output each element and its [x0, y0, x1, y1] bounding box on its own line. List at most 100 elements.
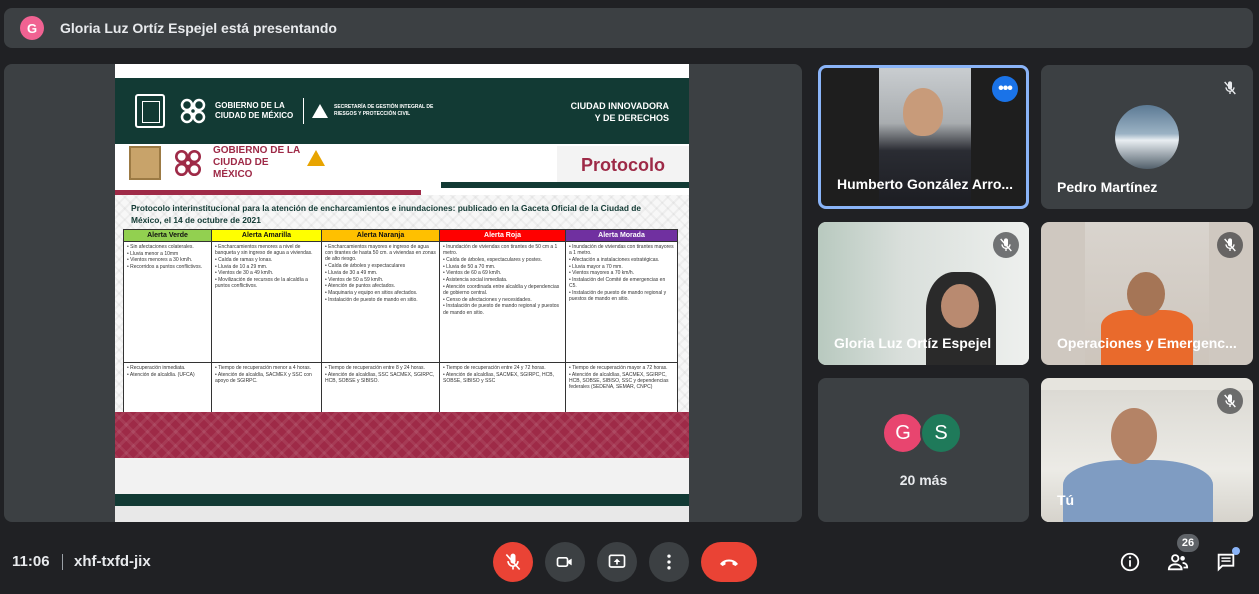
shared-slide: GOBIERNO DE LA CIUDAD DE MÉXICO SECRETAR…	[115, 64, 689, 522]
list-item: Inundación de viviendas con tirantes de …	[443, 244, 562, 256]
list-item: Encharcamientos mayores e ingreso de agu…	[325, 244, 436, 263]
list-item: Tiempo de recuperación menor a 4 horas.	[215, 365, 318, 371]
participant-face	[903, 88, 943, 136]
table-cell: Tiempo de recuperación entre 24 y 72 hor…	[439, 362, 566, 413]
list-item: Atención de alcaldías, SACMEX, SGIRPC, H…	[443, 372, 562, 384]
more-options-button[interactable]	[649, 542, 689, 582]
leave-call-button[interactable]	[701, 542, 757, 582]
list-item: Encharcamientos menores a nivel de banqu…	[215, 244, 318, 256]
section-label-box: Protocolo	[557, 146, 689, 184]
mic-off-icon	[505, 553, 521, 571]
list-item: Atención de alcaldías, SACMEX, SGIRPC, H…	[569, 372, 674, 391]
cell-list: Encharcamientos mayores e ingreso de agu…	[325, 244, 436, 303]
list-item: Tiempo de recuperación entre 24 y 72 hor…	[443, 365, 562, 371]
presentation-stage[interactable]: GOBIERNO DE LA CIUDAD DE MÉXICO SECRETAR…	[4, 64, 802, 522]
cell-list: Recuperación inmediata.Atención de alcal…	[127, 365, 208, 378]
tile-more-options-icon[interactable]: •••	[992, 76, 1018, 102]
decorative-band-bottom	[115, 506, 689, 522]
participant-tile-gloria[interactable]: Gloria Luz Ortíz Espejel	[818, 222, 1029, 365]
meeting-code: xhf-txfd-jix	[74, 553, 151, 570]
bottom-control-bar: 11:06 xhf-txfd-jix 26	[0, 530, 1259, 594]
present-screen-button[interactable]	[597, 542, 637, 582]
participant-tile-humberto[interactable]: ••• Humberto González Arro...	[818, 65, 1029, 209]
list-item: Caída de ramas y lonas.	[215, 257, 318, 263]
participants-button[interactable]	[1164, 548, 1192, 576]
slide-banner: GOBIERNO DE LA CIUDAD DE MÉXICO SECRETAR…	[115, 78, 689, 144]
participant-name: Gloria Luz Ortíz Espejel	[834, 335, 992, 351]
presenting-title: Gloria Luz Ortíz Espejel está presentand…	[60, 20, 337, 36]
participant-face	[1111, 408, 1157, 464]
decorative-band-grey	[115, 458, 689, 494]
table-cell: Encharcamientos menores a nivel de banqu…	[211, 241, 322, 363]
gov-label-red: GOBIERNO DE LA CIUDAD DE MÉXICO	[213, 145, 300, 180]
proteccion-civil-icon	[312, 104, 328, 118]
participant-tile-operaciones[interactable]: Operaciones y Emergenc...	[1041, 222, 1253, 365]
table-cell: Sin afectaciones colaterales.Lluvia meno…	[123, 241, 212, 363]
section-label: Protocolo	[581, 154, 665, 175]
list-item: Atención de alcaldía. (UFCA)	[127, 372, 208, 378]
more-participants-tile[interactable]: G S 20 más	[818, 378, 1029, 522]
list-item: Caída de árboles y espectaculares	[325, 263, 436, 269]
header-alerta-verde: Alerta Verde	[123, 229, 212, 242]
list-item: Atención de alcaldía, SACMEX y SSC con a…	[215, 372, 318, 384]
table-row-conditions: Sin afectaciones colaterales.Lluvia meno…	[123, 241, 678, 363]
more-options-icon	[667, 554, 671, 570]
participant-name: Pedro Martínez	[1057, 179, 1158, 195]
cdmx-flower-logo-icon	[180, 98, 206, 124]
self-view-tile[interactable]: Tú	[1041, 378, 1253, 522]
meet-window: G Gloria Luz Ortíz Espejel está presenta…	[0, 0, 1259, 594]
list-item: Instalación del Comité de emergencias en…	[569, 277, 674, 289]
header-alerta-roja: Alerta Roja	[439, 229, 566, 242]
participant-avatar-photo	[1115, 105, 1179, 169]
header-alerta-amarilla: Alerta Amarilla	[211, 229, 322, 242]
mic-toggle-button[interactable]	[493, 542, 533, 582]
mic-off-icon	[1217, 388, 1243, 414]
header-alerta-naranja: Alerta Naranja	[321, 229, 440, 242]
cdmx-shield-icon	[135, 94, 165, 128]
list-item: Lluvia mayor a 70 mm.	[569, 264, 674, 270]
list-item: Vientos de 30 a 49 km/h.	[215, 270, 318, 276]
table-row-recovery: Recuperación inmediata.Atención de alcal…	[123, 362, 678, 413]
list-item: Recorridos a puntos conflictivos.	[127, 264, 208, 270]
header-alerta-morada: Alerta Morada	[565, 229, 678, 242]
list-item: Vientos mayores a 70 km/h.	[569, 270, 674, 276]
table-cell: Inundación de viviendas con tirantes de …	[439, 241, 566, 363]
list-item: Atención de puntos afectados.	[325, 283, 436, 289]
cell-list: Inundación de viviendas con tirantes may…	[569, 244, 674, 302]
cell-list: Tiempo de recuperación entre 8 y 24 hora…	[325, 365, 436, 384]
meeting-details-button[interactable]	[1116, 548, 1144, 576]
list-item: Vientos de 50 a 59 km/h.	[325, 277, 436, 283]
list-item: Tiempo de recuperación entre 8 y 24 hora…	[325, 365, 436, 371]
coat-of-arms-icon	[129, 146, 161, 180]
list-item: Censo de afectaciones y necesidades.	[443, 297, 562, 303]
secretaria-label: SECRETARÍA DE GESTIÓN INTEGRAL DE RIESGO…	[334, 104, 434, 117]
chat-notification-dot	[1232, 547, 1240, 555]
slogan-line1: CIUDAD INNOVADORA	[570, 101, 669, 111]
list-item: Lluvia de 50 a 70 mm.	[443, 264, 562, 270]
divider-green	[441, 182, 689, 188]
participant-body	[1063, 460, 1213, 522]
cell-list: Tiempo de recuperación mayor a 72 horas.…	[569, 365, 674, 390]
cdmx-flower-logo-icon	[174, 149, 202, 177]
decorative-band-red	[115, 412, 689, 458]
participant-tile-pedro[interactable]: Pedro Martínez	[1041, 65, 1253, 209]
list-item: Movilización de recursos de la alcaldía …	[215, 277, 318, 289]
list-item: Atención de alcaldías, SSC SACMEX, SGIRP…	[325, 372, 436, 384]
present-screen-icon	[608, 554, 626, 568]
list-item: Caída de árboles, espectaculares y poste…	[443, 257, 562, 263]
gov-label: GOBIERNO DE LA CIUDAD DE MÉXICO	[215, 101, 294, 120]
cell-list: Inundación de viviendas con tirantes de …	[443, 244, 562, 316]
table-cell: Encharcamientos mayores e ingreso de agu…	[321, 241, 440, 363]
camera-toggle-button[interactable]	[545, 542, 585, 582]
proteccion-civil-icon	[307, 150, 325, 166]
table-cell: Tiempo de recuperación mayor a 72 horas.…	[565, 362, 678, 413]
mic-off-icon	[1217, 232, 1243, 258]
slogan: CIUDAD INNOVADORA Y DE DERECHOS	[571, 100, 669, 124]
more-participants-count: 20 más	[899, 472, 948, 488]
list-item: Instalación de puesto de mando regional …	[569, 290, 674, 302]
list-item: Asistencia social inmediata.	[443, 277, 562, 283]
cell-list: Tiempo de recuperación menor a 4 horas.A…	[215, 365, 318, 384]
cell-list: Encharcamientos menores a nivel de banqu…	[215, 244, 318, 289]
table-cell: Tiempo de recuperación menor a 4 horas.A…	[211, 362, 322, 413]
info-icon	[1120, 552, 1140, 572]
